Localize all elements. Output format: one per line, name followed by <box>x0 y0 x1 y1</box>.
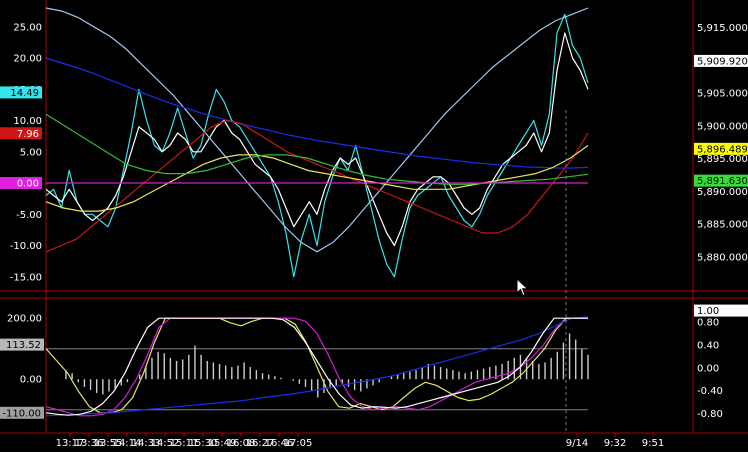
value-badge-right-label: 5,896.489 <box>697 144 748 155</box>
y-tick-label-right: -0.40 <box>697 386 723 397</box>
y-tick-label-left: 200.00 <box>7 314 42 325</box>
value-badge-right-label: 5,891.630 <box>697 176 748 187</box>
y-tick-label-left: 20.00 <box>13 54 42 65</box>
value-badge-left-label: 0.00 <box>17 179 39 190</box>
y-tick-label-right: 0.80 <box>697 318 719 329</box>
y-tick-label-right: -0.80 <box>697 409 723 420</box>
x-tick-label: 9/14 <box>566 438 588 449</box>
y-tick-label-right: 0.00 <box>697 363 719 374</box>
y-tick-label-right: 5,915.000 <box>697 23 748 34</box>
y-tick-label-right: 0.40 <box>697 340 719 351</box>
oscillator-right-badges: 1.00 <box>694 304 748 317</box>
mouse-pointer-icon <box>516 278 529 297</box>
stock-chart: 25.0020.0015.0010.005.000.00-5.00-10.00-… <box>0 0 748 452</box>
value-badge-right-label: 1.00 <box>697 306 719 317</box>
x-tick-label: 9:32 <box>604 438 626 449</box>
value-badge-left-label: 7.96 <box>17 129 39 140</box>
y-tick-label-right: 5,890.000 <box>697 187 748 198</box>
y-tick-label-left: 25.00 <box>13 22 42 33</box>
value-badge-left-label: 14.49 <box>10 88 39 99</box>
x-tick-label: 9:51 <box>642 438 664 449</box>
x-tick-label: 17:05 <box>284 438 313 449</box>
chart-background <box>0 0 748 452</box>
y-tick-label-left: -5.00 <box>16 210 42 221</box>
y-tick-label-right: 5,885.000 <box>697 220 748 231</box>
value-badge-left-label: -110.00 <box>2 408 41 419</box>
y-tick-label-left: 10.00 <box>13 116 42 127</box>
value-badge-left-label: 113.52 <box>6 340 41 351</box>
y-tick-label-right: 5,880.000 <box>697 252 748 263</box>
y-tick-label-right: 5,900.000 <box>697 121 748 132</box>
y-tick-label-left: -10.00 <box>10 241 42 252</box>
y-tick-label-left: 5.00 <box>20 147 42 158</box>
y-tick-label-left: 0.00 <box>20 375 42 386</box>
y-tick-label-left: -15.00 <box>10 272 42 283</box>
y-tick-label-right: 5,895.000 <box>697 154 748 165</box>
value-badge-right-label: 5,909.920 <box>697 56 748 67</box>
y-tick-label-right: 5,905.000 <box>697 89 748 100</box>
